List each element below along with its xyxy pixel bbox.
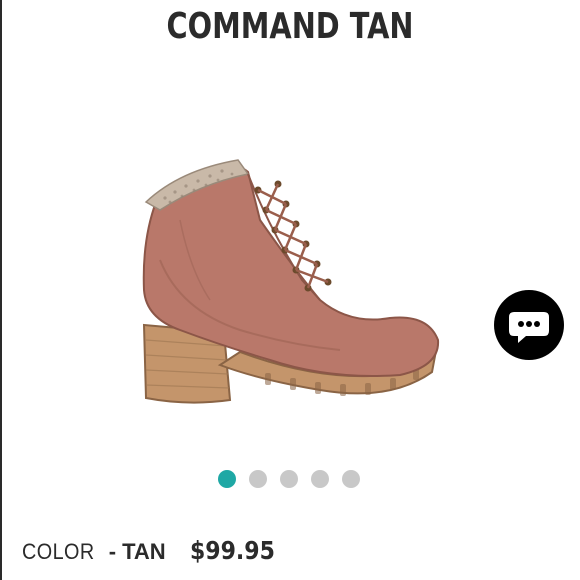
product-title: COMMAND TAN bbox=[166, 6, 414, 47]
pager-dot-5[interactable] bbox=[342, 470, 360, 488]
color-separator: - bbox=[108, 539, 117, 564]
page-left-border bbox=[0, 0, 2, 580]
pager-dot-2[interactable] bbox=[249, 470, 267, 488]
pager-dot-4[interactable] bbox=[311, 470, 329, 488]
chat-bubble-icon bbox=[509, 312, 549, 343]
boot-illustration bbox=[142, 159, 440, 404]
color-label: COLOR bbox=[22, 539, 95, 564]
product-image[interactable] bbox=[120, 140, 460, 440]
image-pager bbox=[218, 470, 360, 488]
pager-dot-3[interactable] bbox=[280, 470, 298, 488]
pager-dot-1[interactable] bbox=[218, 470, 236, 488]
chat-button[interactable] bbox=[494, 290, 564, 360]
product-price: $99.95 bbox=[189, 536, 275, 565]
color-value: TAN bbox=[122, 539, 166, 564]
product-info-row: COLOR - TAN $99.95 bbox=[22, 536, 286, 568]
